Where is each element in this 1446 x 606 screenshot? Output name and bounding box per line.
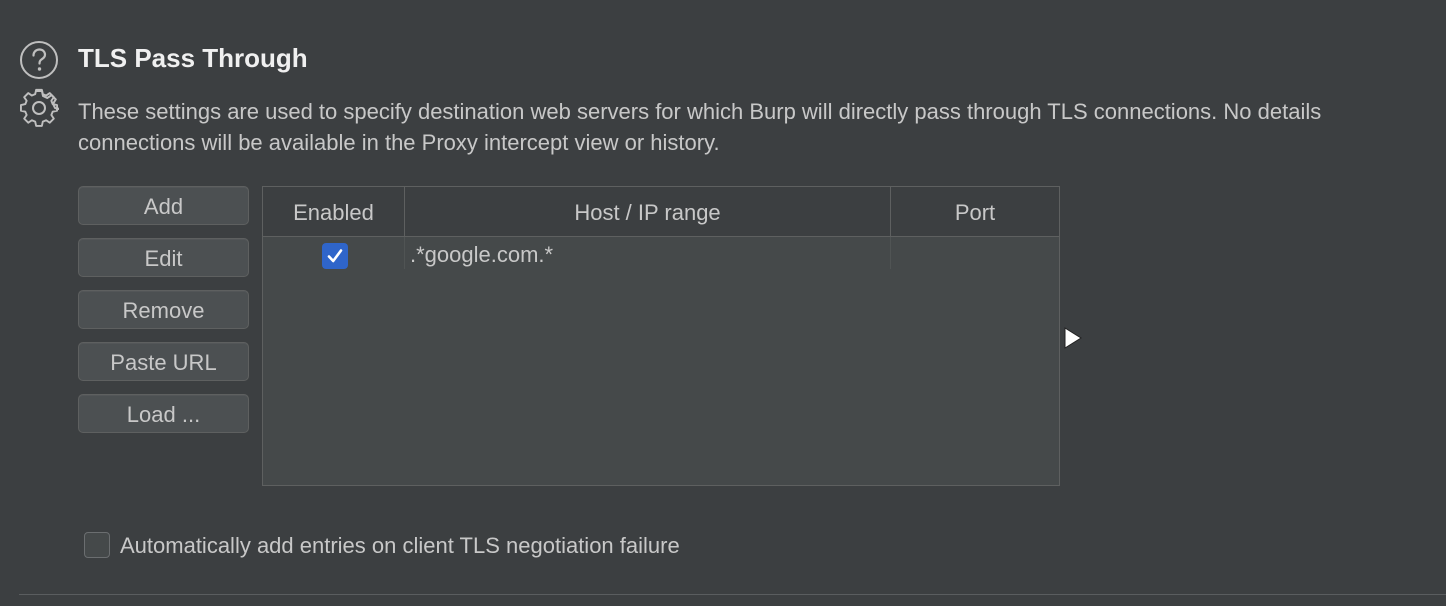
section-description: These settings are used to specify desti… [78,96,1446,158]
checkmark-icon [327,249,343,263]
auto-add-label[interactable]: Automatically add entries on client TLS … [120,530,680,562]
paste-url-button[interactable]: Paste URL [78,342,249,381]
tls-pass-through-table[interactable]: Enabled Host / IP range Port .*google.co… [262,186,1060,486]
enabled-checkbox[interactable] [322,243,348,269]
section-title: TLS Pass Through [78,43,308,73]
column-header-enabled[interactable]: Enabled [263,187,404,237]
cell-separator [404,237,405,269]
description-line-2: connections will be available in the Pro… [78,130,720,155]
add-button[interactable]: Add [78,186,249,225]
column-header-port[interactable]: Port [890,187,1059,237]
triangle-right-icon[interactable] [1063,326,1083,350]
description-line-1: These settings are used to specify desti… [78,99,1322,124]
edit-button[interactable]: Edit [78,238,249,277]
column-header-host[interactable]: Host / IP range [404,187,890,237]
auto-add-checkbox[interactable] [84,532,110,558]
host-cell[interactable]: .*google.com.* [410,237,553,269]
section-divider [19,594,1446,595]
table-row[interactable]: .*google.com.* [263,237,1059,269]
help-icon[interactable] [19,40,59,80]
gear-icon[interactable] [19,88,59,128]
table-header: Enabled Host / IP range Port [263,187,1059,237]
remove-button[interactable]: Remove [78,290,249,329]
cell-separator [890,237,891,269]
load-button[interactable]: Load ... [78,394,249,433]
